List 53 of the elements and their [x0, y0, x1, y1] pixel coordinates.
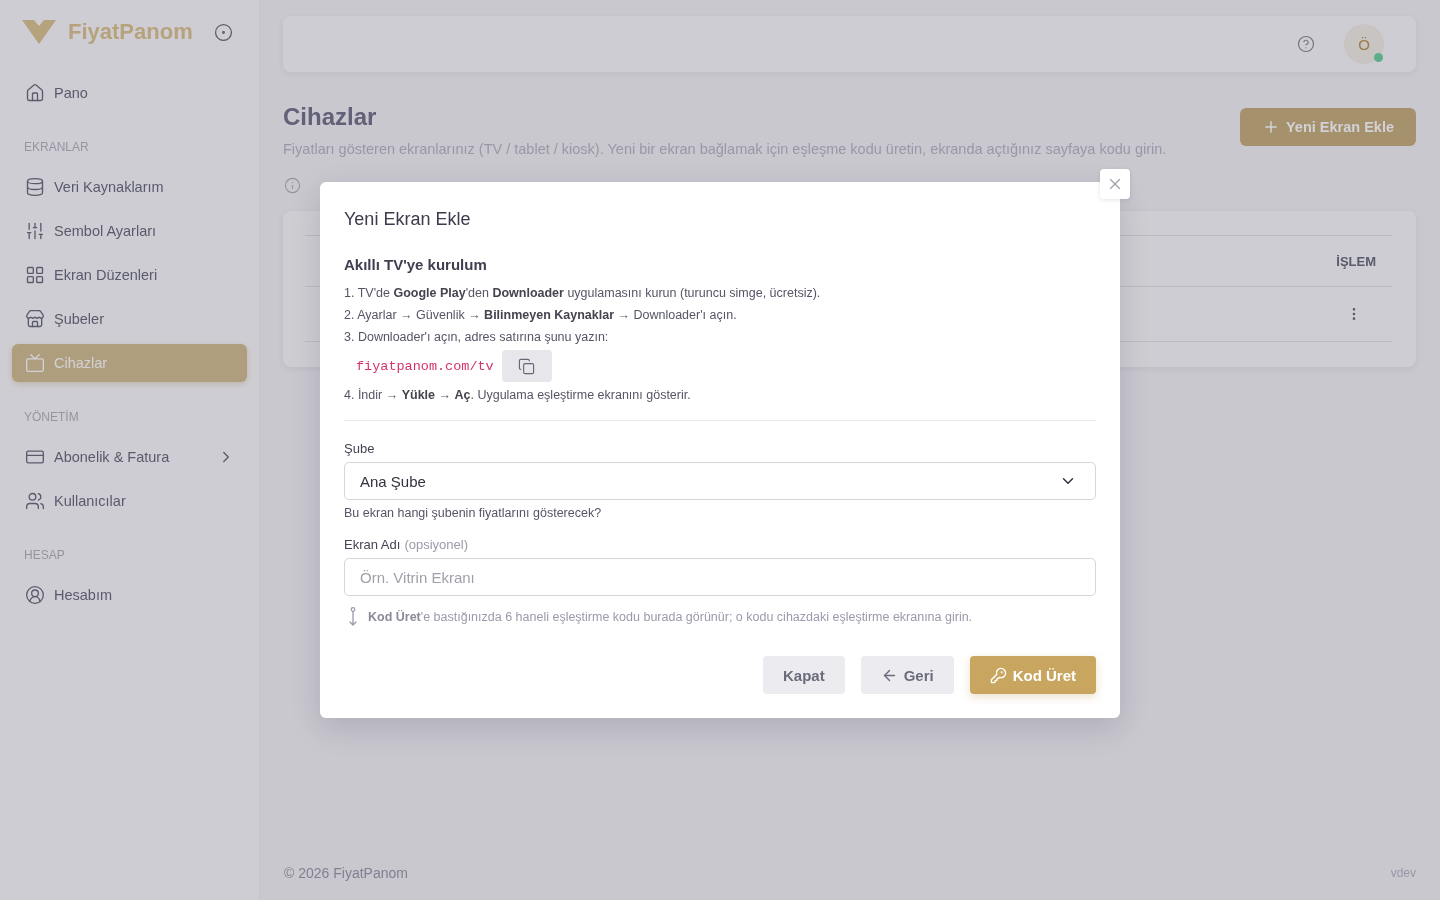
info-icon — [284, 176, 301, 194]
nav-item[interactable]: Veri Kaynaklarım — [12, 168, 247, 206]
instruction-step: 2. Ayarlar → Güvenlik → Bilinmeyen Kaynaklar → Downloader'ı açın. — [344, 304, 1096, 326]
nav-item[interactable]: Kullanıcılar — [12, 482, 247, 520]
collapse-toggle[interactable] — [214, 22, 233, 42]
key-icon — [989, 666, 1007, 684]
grid-icon — [25, 265, 45, 285]
help-text: Bu ekran hangi şubenin fiyatlarını gösterecek? — [344, 505, 603, 522]
plus-icon — [1262, 118, 1280, 136]
help-button[interactable] — [1297, 35, 1315, 53]
copy-icon — [518, 357, 536, 375]
screen-name-input[interactable]: Örn. Vitrin Ekranı — [344, 558, 1096, 596]
section-title: Akıllı TV'ye kurulum — [344, 255, 488, 275]
nav-item[interactable]: Şubeler — [12, 300, 247, 338]
database-icon — [25, 177, 45, 197]
nav-item[interactable]: Sembol Ayarları — [12, 212, 247, 250]
nav-item[interactable]: Abonelik & Fatura — [12, 438, 247, 476]
section-label: YÖNETİM — [23, 409, 80, 425]
user-avatar[interactable]: Ö — [1344, 24, 1384, 64]
logo-icon — [22, 20, 56, 44]
section-label: HESAP — [23, 547, 66, 563]
instruction-step: 1. TV'de Google Play'den Downloader uygulamasını kurun (turuncu simge, ücretsiz). — [344, 282, 1096, 304]
branch-select[interactable]: Ana Şube — [344, 462, 1096, 500]
back-button[interactable]: Geri — [860, 656, 954, 694]
help-icon — [1297, 35, 1315, 53]
nav-item[interactable]: Pano — [12, 74, 247, 112]
sliders-icon — [25, 221, 45, 241]
modal-title: Yeni Ekran Ekle — [344, 208, 472, 231]
optional-note: (opsiyonel) — [404, 536, 468, 554]
nav-item[interactable]: Hesabım — [12, 576, 247, 614]
users-icon — [25, 491, 45, 511]
down-arrow-icon — [348, 607, 358, 627]
close-button[interactable] — [1100, 169, 1130, 199]
nav-item[interactable]: Ekran Düzenleri — [12, 256, 247, 294]
circle-dot-icon — [214, 22, 233, 42]
close-dialog-button[interactable]: Kapat — [762, 656, 845, 694]
field-label: Şube — [344, 440, 375, 458]
instruction-step: 4. İndir → Yükle → Aç. Uygulama eşleştirme ekranını gösterir. — [344, 384, 1096, 406]
brand-name: FiyatPanom — [68, 19, 194, 45]
field-label: Ekran Adı — [344, 536, 401, 554]
generate-code-button[interactable]: Kod Üret — [969, 656, 1096, 694]
instruction-step: 3. Downloader'ı açın, adres satırına şunu yazın: — [344, 326, 1096, 348]
copy-button[interactable] — [501, 350, 552, 382]
home-icon — [25, 83, 45, 103]
user-circle-icon — [25, 585, 45, 605]
copyright-text: © 2026 FiyatPanom — [284, 865, 408, 881]
tv-icon — [25, 353, 45, 373]
section-label: EKRANLAR — [23, 139, 90, 155]
column-header: İŞLEM — [1336, 253, 1376, 269]
store-icon — [25, 309, 45, 329]
page-title: Cihazlar — [283, 102, 378, 132]
hint-text: Kod Üret'e bastığınızda 6 haneli eşleştirme kodu burada görünür; o kodu cihazdaki eşleştirme ekranına girin. — [368, 609, 973, 626]
url-code: fiyatpanom.com/tv — [356, 358, 494, 374]
